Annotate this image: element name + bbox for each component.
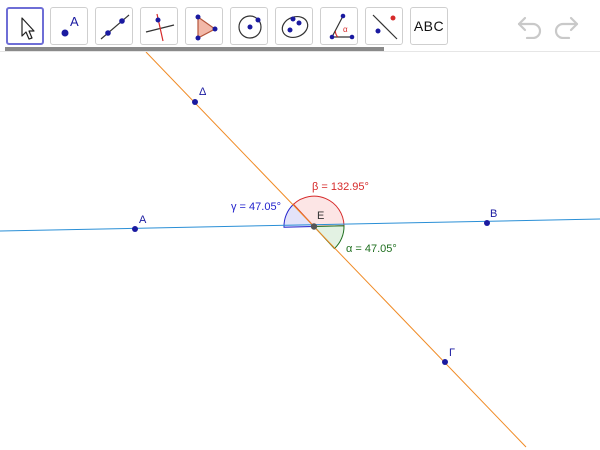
label-delta: Δ — [199, 86, 207, 98]
line-delta-gamma[interactable] — [145, 52, 527, 448]
polygon-tool-button[interactable] — [185, 7, 223, 45]
redo-icon[interactable] — [551, 13, 581, 39]
point-e[interactable] — [310, 223, 318, 230]
angle-icon: α — [329, 13, 355, 40]
reflect-tool-button[interactable] — [365, 7, 403, 45]
reflect-about-line-icon — [372, 14, 398, 40]
point-b[interactable] — [484, 220, 490, 226]
cursor-arrow-icon — [21, 17, 35, 40]
circle-tool-button[interactable] — [230, 7, 268, 45]
text-tool-button[interactable]: ABC — [410, 7, 448, 45]
perpendicular-tool-button[interactable] — [140, 7, 178, 45]
label-angle-beta: β = 132.95° — [312, 181, 369, 193]
circle-center-point-icon — [238, 15, 262, 39]
label-e: E — [317, 210, 324, 222]
label-b: B — [490, 208, 497, 220]
angle-tool-label: α — [343, 25, 348, 34]
graphics-view[interactable]: A B E Δ Γ β = 132.95° γ = 47.05° α = 47.… — [0, 52, 600, 450]
point-gamma[interactable] — [442, 359, 448, 365]
ellipse-icon — [281, 16, 309, 38]
text-icon: ABC — [413, 18, 445, 34]
conic-tool-button[interactable] — [275, 7, 313, 45]
line-through-points-icon — [100, 14, 130, 40]
label-angle-alpha: α = 47.05° — [346, 243, 397, 255]
label-angle-gamma: γ = 47.05° — [231, 201, 281, 213]
point-tool-button[interactable]: A — [50, 7, 88, 45]
point-icon: A — [61, 14, 79, 37]
angle-alpha-sector[interactable] — [312, 225, 345, 250]
polygon-icon — [195, 14, 218, 41]
point-tool-label: A — [70, 14, 79, 29]
perpendicular-line-icon — [145, 13, 175, 42]
label-a: A — [139, 214, 147, 226]
line-tool-button[interactable] — [95, 7, 133, 45]
point-a[interactable] — [132, 226, 138, 232]
undo-icon[interactable] — [515, 13, 545, 39]
angle-tool-button[interactable]: α — [320, 7, 358, 45]
toolbar: A α ABC — [0, 0, 600, 52]
label-gamma: Γ — [449, 347, 455, 359]
point-delta[interactable] — [192, 99, 198, 105]
move-tool-button[interactable] — [6, 7, 44, 45]
